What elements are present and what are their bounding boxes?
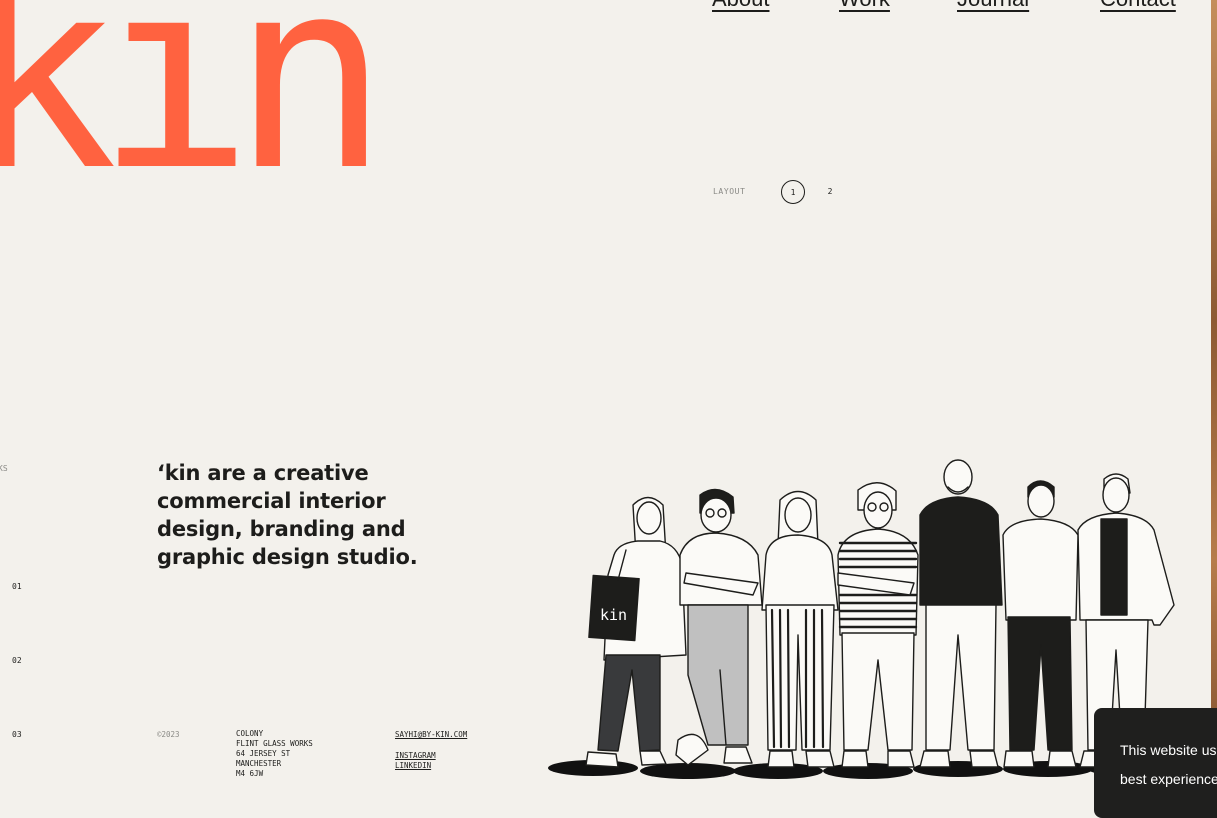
cookie-banner[interactable]: This website use best experience (1094, 708, 1217, 818)
footer-copyright: ©2023 (157, 730, 180, 739)
footer-address: COLONY FLINT GLASS WORKS 64 JERSEY ST MA… (236, 729, 313, 779)
person-6 (1002, 480, 1079, 768)
intro-tagline: ‘kin are a creative commercial interior … (157, 461, 418, 569)
person-4 (837, 482, 919, 768)
sidebar-item-01[interactable]: 01 (12, 582, 22, 591)
person-1: kin (585, 496, 687, 768)
linkedin-link[interactable]: LINKEDIN (395, 761, 467, 771)
team-illustration: kin (548, 459, 1175, 779)
address-line: M4 6JW (236, 769, 264, 778)
nav-work[interactable]: Work (839, 0, 890, 12)
person-5 (919, 459, 1003, 768)
edge-strip (1211, 0, 1217, 801)
address-line: 64 JERSEY ST (236, 749, 291, 758)
cookie-text-line1: This website use (1120, 742, 1217, 758)
sidebar-label: KS (0, 464, 8, 473)
cookie-text-line2: best experience (1120, 771, 1217, 787)
address-line: MANCHESTER (236, 759, 282, 768)
person-2 (675, 488, 763, 766)
tote-bag-label: kin (600, 606, 627, 624)
sidebar-item-03[interactable]: 03 (12, 730, 22, 739)
email-link[interactable]: SAYHI@BY-KIN.COM (395, 730, 467, 740)
layout-option-2[interactable]: 2 (819, 180, 841, 202)
person-3 (761, 490, 839, 768)
layout-label: LAYOUT (713, 187, 746, 196)
address-line: COLONY (236, 729, 264, 738)
sidebar-item-02[interactable]: 02 (12, 656, 22, 665)
nav-about[interactable]: About (712, 0, 770, 12)
instagram-link[interactable]: INSTAGRAM (395, 751, 467, 761)
footer-links: SAYHI@BY-KIN.COM INSTAGRAM LINKEDIN (395, 730, 467, 771)
layout-option-1[interactable]: 1 (781, 180, 805, 204)
brand-logo[interactable]: kin (0, 0, 389, 207)
nav-journal[interactable]: Journal (957, 0, 1029, 12)
address-line: FLINT GLASS WORKS (236, 739, 313, 748)
nav-contact[interactable]: Contact (1100, 0, 1176, 12)
